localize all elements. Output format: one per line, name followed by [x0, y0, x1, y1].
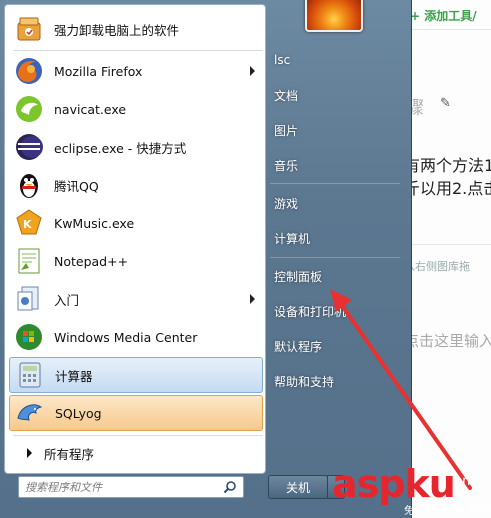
right-item-default-programs[interactable]: 默认程序 [266, 331, 404, 361]
drag-hint-text: 从右侧图库拖 [404, 260, 470, 273]
svg-text:K: K [23, 218, 32, 231]
right-item-control-panel[interactable]: 控制面板 [266, 261, 404, 291]
program-label: navicat.exe [54, 101, 127, 117]
watermark-brand: aspku [332, 462, 456, 506]
qq-penguin-icon [13, 169, 45, 201]
search-icon[interactable] [223, 480, 237, 497]
program-item-uninstaller[interactable]: 强力卸载电脑上的软件 [9, 11, 263, 47]
program-item-getting-started[interactable]: 入门 [9, 281, 263, 317]
watermark-domain: .net [458, 474, 484, 489]
submenu-arrow-icon[interactable] [250, 66, 255, 76]
user-avatar[interactable] [305, 0, 363, 32]
program-label: SQLyog [55, 405, 102, 421]
program-item-navicat[interactable]: navicat.exe [9, 91, 263, 127]
right-item-user-folder[interactable]: lsc [266, 45, 404, 75]
program-item-kwmusic[interactable]: K KwMusic.exe [9, 205, 263, 241]
right-item-documents[interactable]: 文档 [266, 80, 404, 110]
program-item-firefox[interactable]: Mozilla Firefox [9, 53, 263, 89]
divider [13, 435, 263, 436]
all-programs-label: 所有程序 [44, 446, 95, 462]
start-search-box[interactable] [18, 476, 244, 498]
windows-media-center-icon [13, 321, 45, 353]
right-item-devices-printers[interactable]: 设备和打印机 [266, 296, 404, 326]
start-menu-programs-panel: 强力卸载电脑上的软件 Mozilla Firefox navicat.exe e… [4, 4, 266, 474]
right-item-computer[interactable]: 计算机 [266, 223, 404, 253]
program-item-notepadpp[interactable]: Notepad++ [9, 243, 263, 279]
program-item-media-center[interactable]: Windows Media Center [9, 319, 263, 355]
step-text-line-1: 有两个方法1 [404, 156, 491, 175]
sqlyog-dolphin-icon [14, 397, 46, 429]
calculator-icon [14, 359, 46, 391]
right-item-music[interactable]: 音乐 [266, 150, 404, 180]
kwmusic-icon: K [13, 207, 45, 239]
watermark-subtitle: 免费网站源码下载站! [404, 506, 491, 517]
start-menu: 强力卸载电脑上的软件 Mozilla Firefox navicat.exe e… [0, 0, 412, 518]
firefox-icon [13, 55, 45, 87]
right-item-help-support[interactable]: 帮助和支持 [266, 366, 404, 396]
submenu-arrow-icon[interactable] [250, 294, 255, 304]
notepad-plus-plus-icon [13, 245, 45, 277]
program-item-calculator[interactable]: 计算器 [9, 357, 263, 393]
add-tools-link[interactable]: + 添加工具/ [410, 7, 477, 24]
divider [13, 50, 263, 51]
step-input-placeholder[interactable]: 点击这里输入 [404, 330, 491, 351]
program-label: 强力卸载电脑上的软件 [54, 22, 180, 38]
getting-started-icon [13, 283, 45, 315]
program-label: KwMusic.exe [54, 215, 135, 231]
all-programs-arrow-icon [27, 448, 32, 458]
uninstaller-icon [13, 13, 45, 45]
step-text-line-2: 斤以用2.点击 [404, 179, 491, 198]
eclipse-icon [13, 131, 45, 163]
program-label: 计算器 [55, 368, 93, 384]
site-watermark: aspku .net 免费网站源码下载站! [318, 462, 491, 518]
right-item-pictures[interactable]: 图片 [266, 115, 404, 145]
all-programs-button[interactable]: 所有程序 [9, 440, 263, 466]
navicat-icon [13, 93, 45, 125]
program-item-sqlyog[interactable]: SQLyog [9, 395, 263, 431]
program-label: Mozilla Firefox [54, 63, 143, 79]
right-item-games[interactable]: 游戏 [266, 188, 404, 218]
program-label: eclipse.exe - 快捷方式 [54, 140, 187, 156]
program-label: Notepad++ [54, 253, 129, 269]
program-item-eclipse[interactable]: eclipse.exe - 快捷方式 [9, 129, 263, 165]
program-label: 腾讯QQ [54, 178, 99, 194]
program-label: Windows Media Center [54, 329, 198, 345]
edit-pencil-icon[interactable]: ✎ [440, 96, 451, 111]
divider [270, 257, 400, 258]
program-item-qq[interactable]: 腾讯QQ [9, 167, 263, 203]
program-label: 入门 [54, 292, 80, 308]
divider [270, 183, 400, 184]
divider [404, 244, 491, 245]
search-input[interactable] [19, 480, 215, 494]
